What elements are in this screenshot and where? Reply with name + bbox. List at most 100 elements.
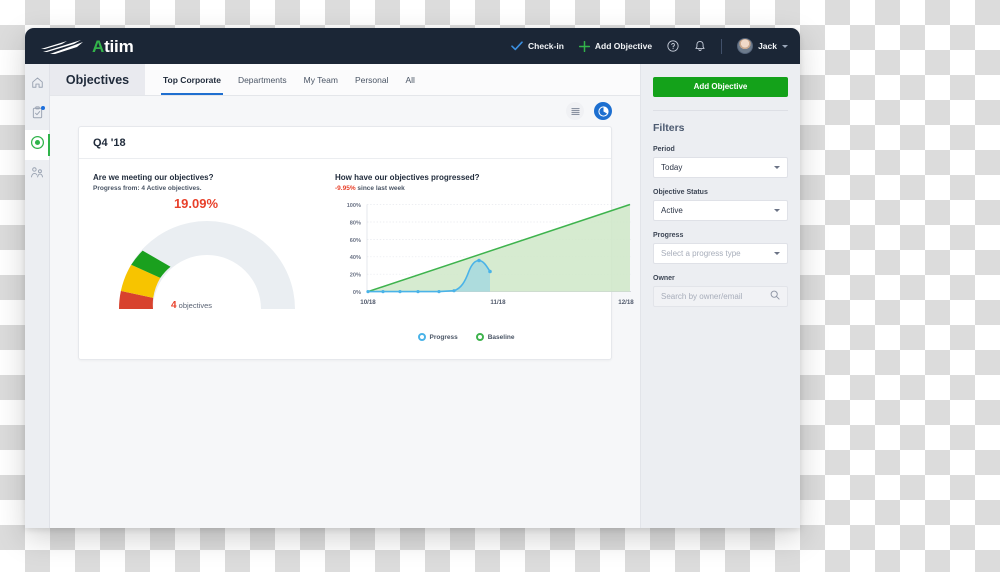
chevron-down-icon: [774, 208, 780, 212]
card-header: Q4 '18: [79, 127, 611, 159]
legend-swatch-progress: [417, 333, 426, 341]
filters-title: Filters: [653, 121, 685, 134]
card-title: Q4 '18: [93, 136, 126, 149]
progress-label: Progress: [653, 231, 684, 239]
progress-chart-graphic: 100% 80% 60% 40% 20% 0% 10/18 11/18 12/1…: [335, 198, 634, 341]
page-title: Objectives: [50, 64, 145, 95]
tab-personal[interactable]: Personal: [355, 64, 389, 95]
avatar: [737, 38, 754, 54]
progress-chart-panel: How have our objectives progressed? -9.9…: [335, 173, 634, 341]
list-view-icon[interactable]: [566, 102, 584, 120]
filter-group-owner: Owner Search by owner/email: [653, 275, 788, 307]
ytick-20: 20%: [350, 273, 361, 279]
filters-panel: Add Objective Filters Period Today Objec…: [640, 64, 800, 528]
main-content: Objectives Top Corporate Departments My …: [50, 64, 640, 528]
chevron-down-icon: [782, 44, 788, 48]
ytick-100: 100%: [347, 203, 361, 209]
user-name-label: Jack: [758, 41, 777, 51]
status-label: Objective Status: [653, 188, 708, 196]
progress-value: Select a progress type: [661, 248, 741, 258]
app-window: Atiim Check-in Add Objective Jack Object…: [25, 28, 800, 528]
logo-letter-a: A: [92, 36, 105, 56]
logo-letters-rest: tiim: [104, 36, 134, 56]
progress-chart-title: How have our objectives progressed?: [335, 173, 480, 182]
people-icon: [30, 166, 44, 184]
progress-select[interactable]: Select a progress type: [653, 242, 788, 264]
gauge-chart-panel: Are we meeting our objectives? Progress …: [93, 173, 321, 341]
swoosh-lines-icon: [41, 39, 83, 54]
bell-icon[interactable]: [694, 40, 706, 53]
top-navigation-bar: Atiim Check-in Add Objective Jack: [25, 28, 800, 64]
owner-label: Owner: [653, 274, 675, 282]
ytick-60: 60%: [350, 238, 361, 244]
app-logo[interactable]: Atiim: [41, 38, 134, 55]
filter-group-progress: Progress Select a progress type: [653, 232, 788, 264]
period-label: Period: [653, 145, 675, 153]
period-select[interactable]: Today: [653, 156, 788, 178]
card-body: Are we meeting our objectives? Progress …: [79, 159, 634, 359]
tab-departments[interactable]: Departments: [238, 64, 287, 95]
status-select[interactable]: Active: [653, 199, 788, 221]
xtick-1218: 12/18: [618, 299, 634, 306]
app-body: Objectives Top Corporate Departments My …: [25, 64, 800, 528]
gauge-title: Are we meeting our objectives?: [93, 173, 214, 182]
ytick-0: 0%: [353, 290, 361, 296]
tab-my-team[interactable]: My Team: [304, 64, 338, 95]
logo-wordmark: Atiim: [92, 38, 134, 55]
sidebar-item-people[interactable]: [25, 160, 49, 190]
xtick-1118: 11/18: [490, 299, 506, 306]
magnifier-icon: [770, 290, 780, 302]
ytick-80: 80%: [350, 220, 361, 226]
view-toolbar: [50, 96, 640, 126]
gauge-subtitle: Progress from: 4 Active objectives.: [93, 185, 202, 192]
tab-all[interactable]: All: [406, 64, 415, 95]
tab-bar: Top Corporate Departments My Team Person…: [145, 64, 415, 95]
divider: [653, 109, 788, 111]
chevron-down-icon: [774, 251, 780, 255]
period-value: Today: [661, 162, 683, 172]
progress-chart-subtitle: -9.95% since last week: [335, 185, 597, 192]
home-icon: [31, 76, 44, 94]
objectives-card: Q4 '18 Are we meeting our objectives? Pr…: [78, 126, 634, 360]
ytick-40: 40%: [350, 255, 361, 261]
notification-badge: [41, 106, 45, 110]
checkin-label: Check-in: [528, 41, 564, 51]
sidebar-item-objectives[interactable]: [25, 130, 50, 160]
topbar-actions: Check-in Add Objective Jack: [511, 38, 788, 54]
gauge-graphic: 4 objectives: [93, 209, 321, 313]
checkin-button[interactable]: Check-in: [511, 41, 564, 51]
legend-swatch-baseline: [475, 333, 484, 341]
xtick-1018: 10/18: [360, 299, 376, 306]
question-circle-icon[interactable]: [667, 40, 679, 52]
pie-chart-icon[interactable]: [594, 102, 612, 120]
gauge-count: 4 objectives: [171, 300, 212, 311]
owner-search-input[interactable]: Search by owner/email: [653, 285, 788, 307]
topbar-divider: [721, 38, 723, 54]
page-header: Objectives Top Corporate Departments My …: [50, 64, 640, 96]
legend-label-baseline: Baseline: [487, 333, 515, 341]
sidebar-item-home[interactable]: [25, 70, 49, 100]
user-menu[interactable]: Jack: [737, 38, 788, 54]
filter-group-period: Period Today: [653, 146, 788, 178]
checkmark-icon: [511, 41, 523, 51]
add-objective-button[interactable]: Add Objective: [653, 76, 788, 97]
plus-icon: [578, 40, 590, 52]
legend-item-baseline[interactable]: Baseline: [475, 333, 515, 341]
gauge-count-label: objectives: [178, 301, 213, 310]
add-objective-nav-label: Add Objective: [594, 41, 653, 51]
status-value: Active: [661, 205, 683, 215]
gauge-count-number: 4: [171, 300, 177, 311]
progress-delta-text: since last week: [355, 185, 405, 192]
target-icon: [30, 135, 45, 155]
tab-top-corporate[interactable]: Top Corporate: [161, 64, 223, 95]
left-navigation-rail: [25, 64, 50, 528]
owner-placeholder: Search by owner/email: [661, 291, 743, 301]
add-objective-nav-button[interactable]: Add Objective: [578, 40, 653, 52]
filter-group-status: Objective Status Active: [653, 189, 788, 221]
legend-item-progress[interactable]: Progress: [417, 333, 458, 341]
chart-legend: Progress Baseline: [335, 333, 597, 341]
chevron-down-icon: [774, 165, 780, 169]
sidebar-item-checkins[interactable]: [25, 100, 49, 130]
legend-label-progress: Progress: [429, 333, 458, 341]
progress-delta-value: -9.95%: [335, 185, 356, 192]
